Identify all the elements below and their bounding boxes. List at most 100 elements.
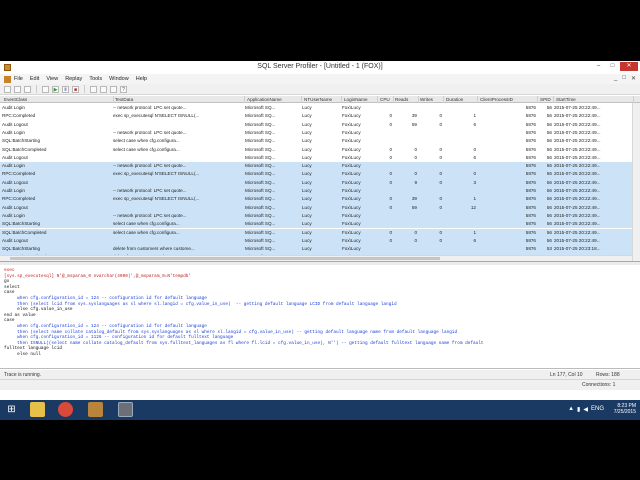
table-row[interactable]: Audit Logout Microsoft SQ... Lucy Fox\Lucy 0…: [0, 154, 632, 162]
trace-grid: EventClass TextData ApplicationName NTUserN…: [0, 96, 640, 262]
clear-icon[interactable]: [90, 85, 97, 93]
grid-horizontal-scrollbar[interactable]: [0, 255, 632, 261]
column-header[interactable]: ClientProcessID: [478, 96, 538, 103]
menu-tools[interactable]: Tools: [89, 76, 102, 82]
column-header[interactable]: LoginName: [342, 96, 378, 103]
save-icon[interactable]: [24, 85, 31, 93]
maximize-button[interactable]: □: [606, 62, 619, 71]
table-cell: Fox\Lucy: [342, 121, 361, 127]
profiler-taskbar-icon[interactable]: [118, 402, 133, 417]
column-header[interactable]: Reads: [393, 96, 419, 103]
table-row[interactable]: Audit Login -- network protocol: LPC set …: [0, 129, 632, 137]
chrome-icon[interactable]: [58, 402, 73, 417]
table-cell: Lucy: [302, 246, 312, 252]
menu-window[interactable]: Window: [109, 76, 129, 82]
table-cell: Audit Logout: [2, 154, 28, 160]
table-cell: 56: [546, 129, 552, 135]
help-icon[interactable]: ?: [120, 85, 127, 93]
table-row[interactable]: SQL:BatchCompleted select case when cfg.c…: [0, 146, 632, 154]
properties-icon[interactable]: [42, 85, 49, 93]
table-cell: 0: [389, 146, 392, 152]
table-row[interactable]: Audit Login -- network protocol: LPC set …: [0, 187, 632, 196]
table-row[interactable]: Audit Logout Microsoft SQ... Lucy Fox\Lucy 0…: [0, 121, 632, 129]
table-cell: Microsoft SQ...: [245, 246, 276, 252]
menu-replay[interactable]: Replay: [65, 76, 82, 82]
find-icon[interactable]: [100, 85, 107, 93]
tray-up-icon[interactable]: ▲: [568, 406, 574, 413]
column-header[interactable]: ApplicationName: [245, 96, 302, 103]
file-explorer-icon[interactable]: [30, 402, 45, 417]
new-icon[interactable]: [4, 85, 11, 93]
column-header[interactable]: Writes: [418, 96, 444, 103]
table-cell: 0: [389, 196, 392, 202]
table-row[interactable]: RPC:Completed exec sp_executesql N'SELECT…: [0, 170, 632, 179]
table-cell: Microsoft SQ...: [245, 163, 276, 169]
column-header[interactable]: StartTime: [554, 96, 634, 103]
table-cell: 2015-07-25 20:22:49...: [554, 113, 601, 119]
table-row[interactable]: Audit Logout Microsoft SQ... Lucy Fox\Lucy 0…: [0, 236, 632, 246]
network-icon[interactable]: ▮: [577, 406, 580, 413]
menu-view[interactable]: View: [46, 76, 58, 82]
table-row[interactable]: Audit Login -- network protocol: LPC set …: [0, 162, 632, 171]
stop-icon[interactable]: ■: [72, 85, 79, 93]
pause-icon[interactable]: Ⅱ: [62, 85, 69, 93]
document-icon[interactable]: [4, 75, 11, 83]
table-row[interactable]: Audit Login -- network protocol: LPC set …: [0, 211, 632, 221]
table-row[interactable]: SQL:BatchStarting select case when cfg.co…: [0, 220, 632, 229]
minimize-button[interactable]: –: [592, 62, 605, 71]
table-cell: 56: [546, 221, 552, 227]
textdata-pane[interactable]: exec [sys.sp_executesql] N'@_msparam_0 nv…: [0, 265, 640, 369]
sql-text-line: when cfg.configuration_id = 1126 -- conf…: [4, 335, 234, 341]
child-restore-icon[interactable]: □: [622, 75, 626, 82]
title-bar[interactable]: SQL Server Profiler - [Untitled - 1 (FOX…: [0, 61, 640, 74]
bookmark-icon[interactable]: [110, 85, 117, 93]
table-cell: 39: [411, 113, 417, 119]
table-cell: 2015-07-25 20:22:49...: [554, 171, 601, 177]
table-cell: 56: [546, 105, 552, 110]
column-header[interactable]: TextData: [113, 96, 245, 103]
clock[interactable]: 8:23 PM 7/25/2015: [614, 403, 636, 415]
column-header[interactable]: NTUserName: [302, 96, 342, 103]
table-cell: Lucy: [302, 179, 312, 185]
grid-vertical-scrollbar[interactable]: [632, 103, 640, 261]
column-header[interactable]: SPID: [538, 96, 554, 103]
table-row[interactable]: Audit Login -- network protocol: LPC set …: [0, 104, 632, 112]
table-cell: 2015-07-25 20:22:49...: [554, 105, 601, 110]
table-row[interactable]: SQL:BatchStarting delete from customers w…: [0, 245, 632, 254]
run-icon[interactable]: ▶: [52, 85, 59, 93]
menu-help[interactable]: Help: [136, 76, 147, 82]
table-cell: 56: [546, 154, 552, 160]
table-cell: 6: [473, 154, 476, 160]
table-row[interactable]: SQL:BatchStarting select case when cfg.co…: [0, 137, 632, 145]
sql-text-line: end as value: [4, 312, 36, 318]
child-minimize-icon[interactable]: _: [614, 75, 617, 82]
sql-server-icon[interactable]: [88, 402, 103, 417]
table-row[interactable]: SQL:BatchCompleted select case when cfg.c…: [0, 228, 632, 237]
column-header[interactable]: EventClass: [2, 96, 114, 103]
start-icon[interactable]: ⊞: [4, 402, 19, 417]
child-close-icon[interactable]: ✕: [631, 75, 636, 82]
close-button[interactable]: ✕: [620, 62, 638, 71]
table-row[interactable]: RPC:Completed exec sp_executesql N'SELECT…: [0, 112, 632, 120]
table-cell: 0: [439, 121, 442, 127]
table-cell: Lucy: [302, 229, 312, 235]
volume-icon[interactable]: ◀: [583, 406, 588, 413]
table-row[interactable]: RPC:Completed exec sp_executesql N'SELECT…: [0, 195, 632, 204]
open-icon[interactable]: [14, 85, 21, 93]
table-cell: Microsoft SQ...: [245, 188, 276, 193]
column-header[interactable]: Duration: [444, 96, 478, 103]
table-cell: 59: [411, 204, 417, 210]
menu-edit[interactable]: Edit: [30, 76, 39, 82]
sql-text-line: fulltext language lcid: [4, 346, 62, 352]
table-row[interactable]: Audit Logout Microsoft SQ... Lucy Fox\Lucy 0…: [0, 178, 632, 187]
table-row[interactable]: Audit Logout Microsoft SQ... Lucy Fox\Lucy 0…: [0, 203, 632, 212]
sql-text-line: when cfg.configuration_id = 124 -- confi…: [4, 324, 207, 329]
table-cell: 0: [439, 196, 442, 202]
menu-file[interactable]: File: [14, 76, 23, 82]
language-indicator[interactable]: ENG: [591, 406, 604, 413]
column-header[interactable]: CPU: [378, 96, 394, 103]
table-cell: 1: [473, 113, 476, 119]
table-cell: 0: [389, 229, 392, 235]
table-cell: 0: [414, 237, 417, 243]
scroll-thumb[interactable]: [10, 257, 440, 260]
